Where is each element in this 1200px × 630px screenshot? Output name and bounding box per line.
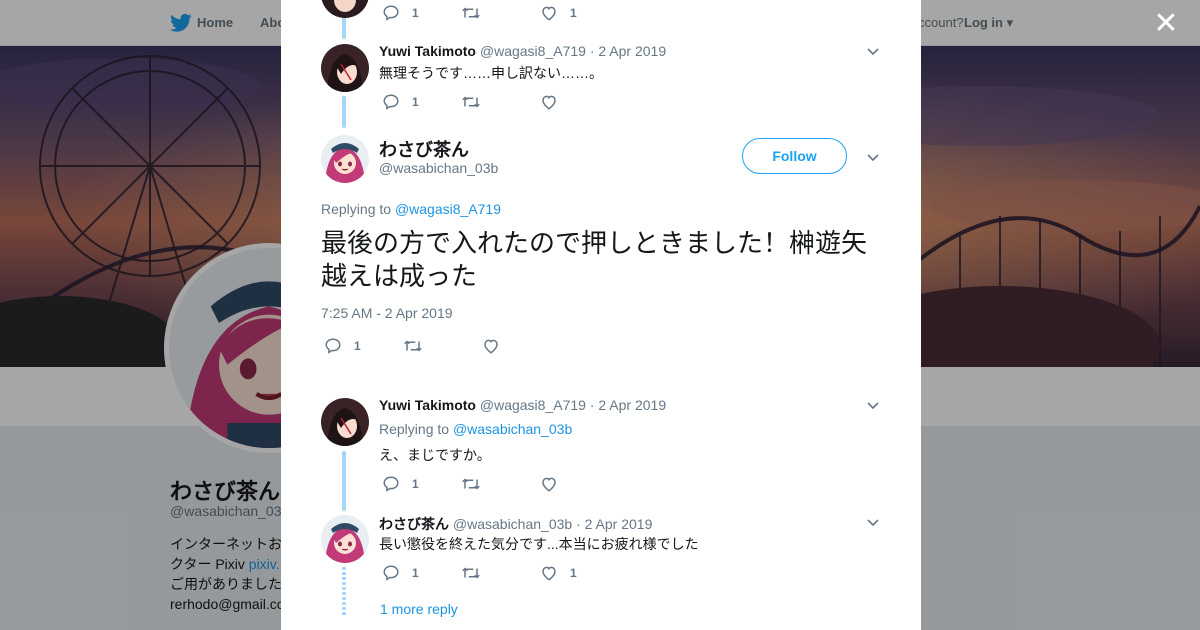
- avatar[interactable]: [321, 0, 369, 18]
- chevron-down-icon[interactable]: [865, 397, 881, 413]
- yuwi-avatar-image: [321, 398, 369, 446]
- tweet-author-handle[interactable]: @wasabichan_03b: [453, 516, 572, 532]
- tweet-author-name[interactable]: Yuwi Takimoto: [379, 397, 476, 413]
- chevron-down-icon[interactable]: [865, 514, 881, 530]
- like-action[interactable]: 1: [540, 563, 577, 583]
- wasabichan-avatar-image: [321, 135, 369, 183]
- tweet-text: 無理そうです……申し訳ない……。: [379, 65, 603, 81]
- reply-action[interactable]: 1: [382, 563, 419, 583]
- yuwi-avatar-image: [321, 0, 369, 18]
- tweet-text: 長い懲役を終えた気分です...本当にお疲れ様でした: [379, 536, 699, 552]
- avatar[interactable]: [321, 135, 369, 183]
- tweet-date[interactable]: 2 Apr 2019: [598, 43, 666, 59]
- retweet-action[interactable]: [461, 92, 481, 112]
- retweet-action[interactable]: [461, 474, 481, 494]
- reply-count: 1: [412, 95, 419, 109]
- reply-action[interactable]: 1: [324, 336, 361, 356]
- retweet-icon: [462, 478, 480, 490]
- retweet-icon: [404, 340, 422, 352]
- retweet-icon: [462, 567, 480, 579]
- tweet-author-handle[interactable]: @wagasi8_A719: [480, 397, 586, 413]
- tweet-date[interactable]: 2 Apr 2019: [585, 516, 653, 532]
- tweet-date[interactable]: 2 Apr 2019: [598, 397, 666, 413]
- replying-to: Replying to @wasabichan_03b: [379, 421, 572, 437]
- retweet-icon: [462, 7, 480, 19]
- tweet-permalink-modal: 1 1 Yuwi Takimoto @wagasi8_A719 · 2 Apr …: [281, 0, 921, 630]
- tweet-header: Yuwi Takimoto @wagasi8_A719 · 2 Apr 2019: [379, 397, 667, 413]
- reply-icon: [383, 5, 399, 21]
- avatar[interactable]: [321, 44, 369, 92]
- reply-icon: [383, 94, 399, 110]
- reply-count: 1: [412, 477, 419, 491]
- tweet-author-name[interactable]: わさび茶ん: [379, 516, 449, 532]
- heart-icon: [542, 95, 556, 110]
- reply-count: 1: [412, 6, 419, 20]
- retweet-action[interactable]: [461, 563, 481, 583]
- tweet-author-name[interactable]: Yuwi Takimoto: [379, 43, 476, 59]
- replying-to: Replying to @wagasi8_A719: [321, 201, 501, 217]
- reply-count: 1: [354, 339, 361, 353]
- retweet-icon: [462, 96, 480, 108]
- follow-button[interactable]: Follow: [742, 138, 847, 174]
- wasabichan-avatar-image: [321, 515, 369, 563]
- yuwi-avatar-image: [321, 44, 369, 92]
- like-action[interactable]: 1: [540, 3, 577, 23]
- like-action[interactable]: [540, 92, 558, 112]
- like-action[interactable]: [482, 336, 500, 356]
- main-tweet-timestamp[interactable]: 7:25 AM - 2 Apr 2019: [321, 305, 453, 321]
- heart-icon: [484, 339, 498, 354]
- like-count: 1: [570, 566, 577, 580]
- thread-connector-line: [342, 451, 346, 511]
- tweet-header: Yuwi Takimoto @wagasi8_A719 · 2 Apr 2019: [379, 43, 667, 59]
- thread-dotted-line: [342, 567, 346, 617]
- heart-icon: [542, 477, 556, 492]
- replying-to-link[interactable]: @wasabichan_03b: [453, 421, 572, 437]
- retweet-action[interactable]: [403, 336, 423, 356]
- retweet-action[interactable]: [461, 3, 481, 23]
- like-action[interactable]: [540, 474, 558, 494]
- like-count: 1: [570, 6, 577, 20]
- avatar[interactable]: [321, 515, 369, 563]
- tweet-header: わさび茶ん @wasabichan_03b · 2 Apr 2019: [379, 516, 653, 532]
- more-replies-link[interactable]: 1 more reply: [380, 601, 458, 617]
- replying-to-link[interactable]: @wagasi8_A719: [395, 201, 501, 217]
- tweet-author-handle[interactable]: @wagasi8_A719: [480, 43, 586, 59]
- replying-to-label: Replying to: [321, 201, 395, 217]
- heart-icon: [542, 566, 556, 581]
- reply-icon: [325, 338, 341, 354]
- chevron-down-icon[interactable]: [865, 43, 881, 59]
- reply-action[interactable]: 1: [382, 3, 419, 23]
- main-tweet-author-name[interactable]: わさび茶ん: [379, 136, 469, 162]
- close-icon[interactable]: ✕: [1152, 9, 1180, 39]
- reply-icon: [383, 476, 399, 492]
- reply-action[interactable]: 1: [382, 474, 419, 494]
- avatar[interactable]: [321, 398, 369, 446]
- reply-count: 1: [412, 566, 419, 580]
- main-tweet-text: 最後の方で入れたので押しときました！榊遊矢越えは成った: [321, 228, 868, 291]
- reply-icon: [383, 565, 399, 581]
- reply-action[interactable]: 1: [382, 92, 419, 112]
- replying-to-label: Replying to: [379, 421, 453, 437]
- main-tweet-author-handle[interactable]: @wasabichan_03b: [379, 160, 498, 176]
- tweet-text: え、まじですか。: [379, 447, 491, 463]
- heart-icon: [542, 6, 556, 21]
- thread-connector-line: [342, 96, 346, 128]
- chevron-down-icon[interactable]: [865, 149, 881, 165]
